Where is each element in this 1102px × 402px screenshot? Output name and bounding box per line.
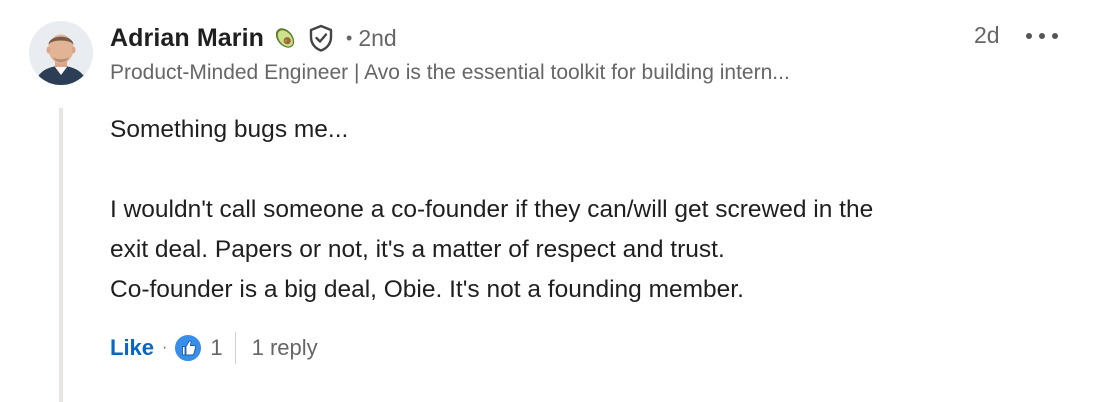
- comment-body-line: Something bugs me...: [110, 116, 349, 143]
- comment-actions: Like · 1 1 reply: [110, 328, 318, 368]
- more-dot-icon: [1039, 33, 1045, 39]
- comment-body-line: Co-founder is a big deal, Obie. It's not…: [110, 276, 744, 303]
- connection-degree: 2nd: [358, 24, 397, 51]
- reply-button[interactable]: 1 reply: [252, 335, 318, 361]
- more-dot-icon: [1026, 33, 1032, 39]
- thread-line: [59, 108, 63, 402]
- avatar-image: [29, 21, 93, 85]
- avocado-icon: [272, 25, 298, 51]
- avatar[interactable]: [29, 21, 93, 85]
- like-button[interactable]: Like: [110, 335, 154, 361]
- like-reaction-icon[interactable]: [173, 333, 203, 363]
- comment-body: Something bugs me... I wouldn't call som…: [110, 110, 873, 310]
- comment-timestamp: 2d: [974, 22, 1000, 48]
- more-dot-icon: [1052, 33, 1058, 39]
- author-name[interactable]: Adrian Marin: [110, 24, 264, 53]
- connection-separator: •: [346, 27, 353, 48]
- comment-card: Adrian Marin • 2nd 2d Product-Minded Eng…: [0, 0, 1102, 402]
- verified-shield-icon[interactable]: [308, 24, 334, 52]
- author-headline: Product-Minded Engineer | Avo is the ess…: [110, 61, 790, 84]
- comment-header: Adrian Marin • 2nd: [110, 20, 397, 56]
- reaction-count[interactable]: 1: [210, 335, 222, 361]
- comment-body-line: I wouldn't call someone a co-founder if …: [110, 196, 874, 223]
- comment-body-line: [110, 150, 873, 190]
- comment-body-line: exit deal. Papers or not, it's a matter …: [110, 236, 725, 263]
- more-options-button[interactable]: [1026, 24, 1058, 48]
- action-separator: ·: [162, 339, 168, 356]
- action-divider: [234, 332, 236, 364]
